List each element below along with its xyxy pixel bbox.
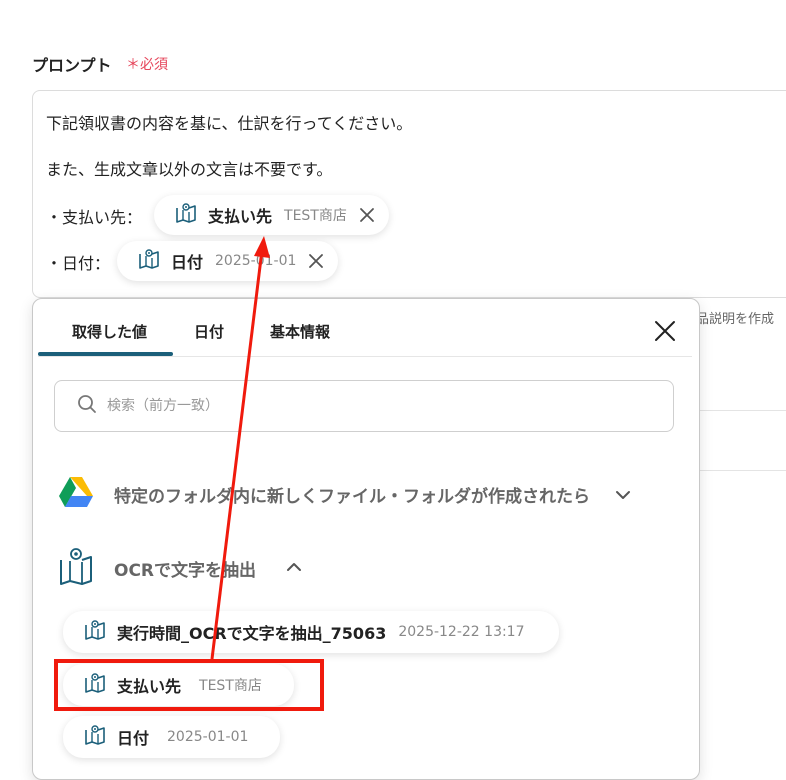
divider (38, 356, 692, 357)
ocr-book-icon (83, 618, 107, 646)
item-value: 2025-12-22 13:17 (398, 624, 525, 640)
chevron-up-icon[interactable] (285, 558, 303, 580)
inserted-chip-date[interactable]: 日付 2025-01-01 (117, 241, 339, 281)
chip-name: 日付 (171, 253, 204, 272)
annotation-highlight-box (54, 659, 324, 711)
google-drive-icon (58, 476, 94, 512)
chevron-down-icon[interactable] (614, 486, 632, 508)
value-item-date[interactable]: 日付 2025-01-01 (63, 716, 281, 758)
prompt-line-1: 下記領収書の内容を基に、仕訳を行ってください。 (46, 114, 413, 133)
required-mark: ＊必須 (126, 57, 168, 73)
close-panel-icon[interactable] (652, 318, 678, 344)
close-icon[interactable] (306, 251, 326, 271)
section-title-ocr[interactable]: OCRで文字を抽出 (114, 556, 256, 581)
chip-value: TEST商店 (284, 208, 347, 224)
value-item-run-time[interactable]: 実行時間_OCRで文字を抽出_75063 2025-12-22 13:17 (63, 611, 559, 653)
close-icon[interactable] (357, 205, 377, 225)
prompt-line-4-prefix: ・日付： (46, 254, 111, 273)
item-name: 日付 (117, 729, 150, 748)
divider (696, 470, 786, 471)
prompt-line-3-prefix: ・支払い先： (46, 208, 143, 227)
search-box[interactable] (54, 380, 674, 432)
tab-acquired-values[interactable]: 取得した値 (72, 321, 147, 342)
tab-date[interactable]: 日付 (194, 321, 224, 342)
section-title-drive-trigger[interactable]: 特定のフォルダ内に新しくファイル・フォルダが作成されたら (114, 482, 590, 507)
ocr-book-icon (174, 201, 198, 229)
background-field-text: 品説明を作成 (696, 312, 775, 327)
ocr-book-icon (137, 247, 161, 275)
divider (696, 410, 786, 411)
item-value: 2025-01-01 (167, 729, 249, 745)
ocr-book-icon (58, 546, 94, 590)
prompt-line-2: また、生成文章以外の文言は不要です。 (46, 160, 333, 179)
item-name: 実行時間_OCRで文字を抽出_75063 (117, 624, 387, 643)
prompt-field-label: プロンプト (32, 56, 112, 75)
search-input[interactable] (105, 397, 609, 415)
ocr-book-icon (83, 723, 107, 751)
chip-value: 2025-01-01 (215, 253, 297, 269)
chip-name: 支払い先 (208, 207, 273, 226)
tab-basic-info[interactable]: 基本情報 (270, 321, 330, 342)
inserted-chip-payee[interactable]: 支払い先 TEST商店 (154, 195, 389, 235)
search-icon (77, 394, 97, 418)
